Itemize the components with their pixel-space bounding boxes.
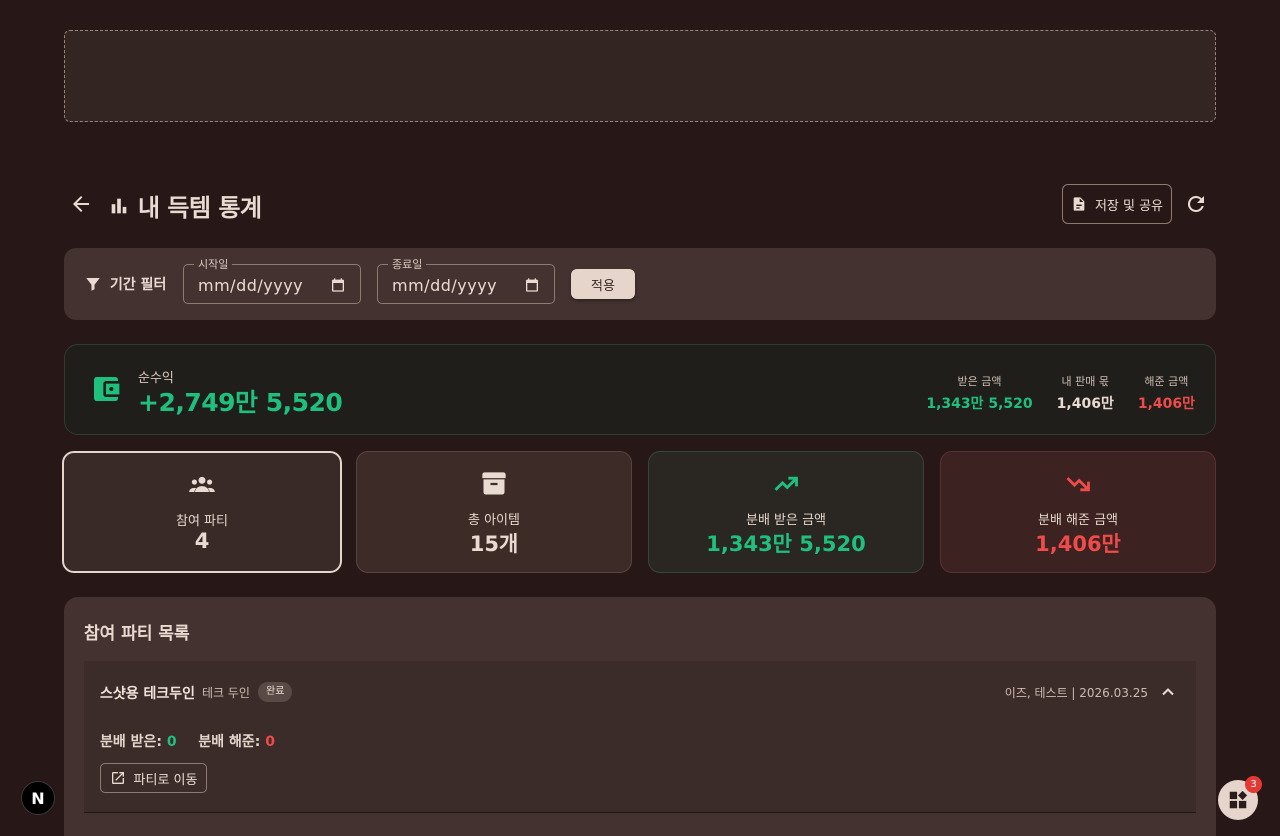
save-share-label: 저장 및 공유 xyxy=(1094,198,1164,214)
given-amount: 해준 금액 1,406만 xyxy=(1138,373,1195,413)
net-profit-value: +2,749만 5,520 xyxy=(138,388,343,417)
sales-share: 내 판매 몫 1,406만 xyxy=(1057,373,1114,413)
calendar-icon[interactable] xyxy=(524,277,540,293)
received-amount-label: 받은 금액 xyxy=(957,375,1002,388)
given-label: 분배 해준: xyxy=(198,734,261,750)
stat-value: 15개 xyxy=(469,532,519,556)
received-label: 분배 받은: xyxy=(100,734,162,750)
net-profit-card: 순수익 +2,749만 5,520 받은 금액 1,343만 5,520 내 판… xyxy=(64,344,1216,435)
go-to-party-label: 파티로 이동 xyxy=(133,772,198,788)
start-date-legend: 시작일 xyxy=(194,256,233,272)
end-date-input[interactable]: 종료일 mm/dd/yyyy xyxy=(377,256,555,304)
received-amount: 받은 금액 1,343만 5,520 xyxy=(926,373,1032,413)
stat-value: 4 xyxy=(194,529,210,553)
save-share-button[interactable]: 저장 및 공유 xyxy=(1062,184,1172,224)
summary-mini-stats: 받은 금액 1,343만 5,520 내 판매 몫 1,406만 해준 금액 1… xyxy=(926,373,1195,413)
date-filter-panel: 기간 필터 시작일 mm/dd/yyyy 종료일 mm/dd/yyyy 적용 xyxy=(64,248,1216,320)
party-item[interactable]: 스샷용 테크두인 테크 두인 완료 이즈, 테스트 | 2026.03.25 분… xyxy=(84,661,1196,813)
sales-share-label: 내 판매 몫 xyxy=(1061,375,1109,388)
group-icon xyxy=(189,476,215,492)
received-value: 0 xyxy=(166,734,177,750)
status-badge: 완료 xyxy=(258,682,293,702)
bar-chart-icon xyxy=(111,198,127,213)
received-amount-value: 1,343만 5,520 xyxy=(926,396,1033,412)
stat-label: 분배 받은 금액 xyxy=(745,513,827,528)
filter-icon xyxy=(86,278,100,291)
stat-value: 1,343만 5,520 xyxy=(706,532,866,556)
open-in-new-icon xyxy=(111,772,124,784)
title-group: 내 득템 통계 xyxy=(108,188,262,223)
page-title: 내 득템 통계 xyxy=(138,194,262,222)
trending-up-icon xyxy=(774,476,798,491)
end-date-value: mm/dd/yyyy xyxy=(392,276,498,295)
dev-indicator-badge[interactable]: N xyxy=(21,781,55,815)
sales-share-value: 1,406만 xyxy=(1056,396,1114,412)
document-icon xyxy=(1073,197,1085,211)
stat-label: 참여 파티 xyxy=(176,514,228,529)
stat-card-given[interactable]: 분배 해준 금액 1,406만 xyxy=(940,451,1216,573)
party-list-panel: 참여 파티 목록 스샷용 테크두인 테크 두인 완료 이즈, 테스트 | 202… xyxy=(64,597,1216,836)
wallet-icon xyxy=(94,377,120,401)
chevron-up-icon[interactable] xyxy=(1158,682,1178,702)
calendar-icon[interactable] xyxy=(330,277,346,293)
refresh-icon[interactable] xyxy=(1184,192,1208,216)
end-date-legend: 종료일 xyxy=(388,256,427,272)
back-arrow-icon[interactable] xyxy=(68,192,94,216)
archive-box-icon xyxy=(482,472,506,495)
notification-count-badge: 3 xyxy=(1245,776,1262,793)
start-date-value: mm/dd/yyyy xyxy=(198,276,304,295)
stat-card-received[interactable]: 분배 받은 금액 1,343만 5,520 xyxy=(648,451,924,573)
stat-value: 1,406만 xyxy=(1035,532,1121,556)
given-amount-label: 해준 금액 xyxy=(1144,375,1189,388)
stat-card-items[interactable]: 총 아이템 15개 xyxy=(356,451,632,573)
stat-card-parties[interactable]: 참여 파티 4 xyxy=(62,451,342,573)
party-distribution: 분배 받은: 0 분배 해준: 0 xyxy=(100,731,275,751)
party-name: 스샷용 테크두인 xyxy=(100,686,196,702)
given-amount-value: 1,406만 xyxy=(1137,396,1195,412)
filter-label-group: 기간 필터 xyxy=(84,274,166,294)
start-date-input[interactable]: 시작일 mm/dd/yyyy xyxy=(183,256,361,304)
stat-label: 분배 해준 금액 xyxy=(1037,513,1119,528)
go-to-party-button[interactable]: 파티로 이동 xyxy=(100,763,207,793)
party-meta: 이즈, 테스트 | 2026.03.25 xyxy=(1004,686,1148,700)
given-value: 0 xyxy=(265,734,275,750)
stat-label: 총 아이템 xyxy=(468,513,520,528)
filter-label: 기간 필터 xyxy=(110,277,167,293)
ad-placeholder xyxy=(64,30,1216,122)
party-list-title: 참여 파티 목록 xyxy=(84,624,190,644)
party-dungeon: 테크 두인 xyxy=(202,686,250,700)
apply-button[interactable]: 적용 xyxy=(571,269,635,299)
page-header: 내 득템 통계 저장 및 공유 xyxy=(64,184,1216,224)
trending-down-icon xyxy=(1066,477,1090,492)
widgets-icon xyxy=(1229,790,1248,809)
